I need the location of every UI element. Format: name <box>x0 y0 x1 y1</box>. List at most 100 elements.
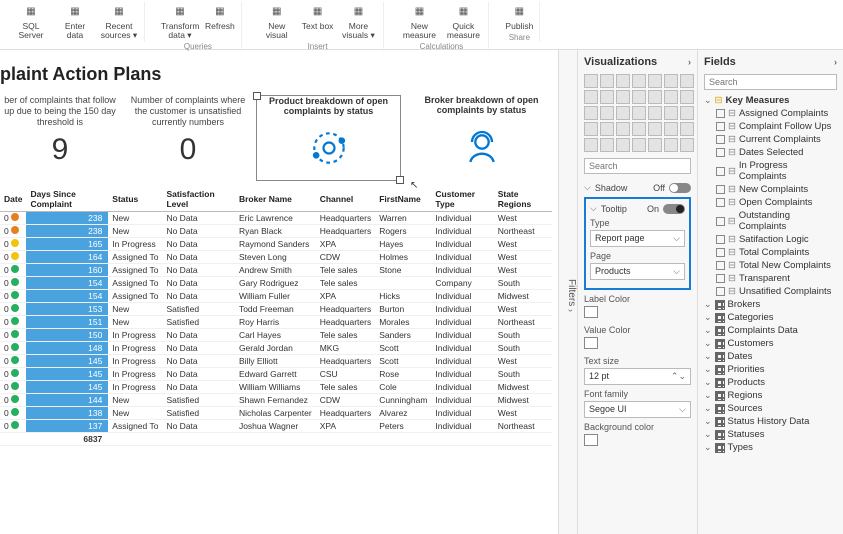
field-item[interactable]: ⊟ Total Complaints <box>704 246 837 259</box>
field-item[interactable]: ⊟ New Complaints <box>704 183 837 196</box>
col-header[interactable]: Channel <box>316 187 376 212</box>
table-priorities[interactable]: ⌄ Priorities <box>704 363 837 376</box>
viz-type-button[interactable] <box>584 74 598 88</box>
refresh-button[interactable]: ▦Refresh <box>205 2 235 40</box>
viz-type-button[interactable] <box>584 122 598 136</box>
table-statuses[interactable]: ⌄ Statuses <box>704 428 837 441</box>
table-row[interactable]: 0 238NewNo DataRyan BlackHeadquartersRog… <box>0 225 552 238</box>
table-customers[interactable]: ⌄ Customers <box>704 337 837 350</box>
table-types[interactable]: ⌄ Types <box>704 441 837 454</box>
viz-type-button[interactable] <box>648 90 662 104</box>
chevron-right-icon[interactable]: › <box>834 57 837 67</box>
quick-measure-button[interactable]: ▦Quick measure <box>444 2 482 40</box>
viz-type-button[interactable] <box>616 90 630 104</box>
table-row[interactable]: 0 164Assigned ToNo DataSteven LongCDWHol… <box>0 251 552 264</box>
table-status-history-data[interactable]: ⌄ Status History Data <box>704 415 837 428</box>
filters-pane-collapsed[interactable]: Filters › <box>558 50 578 534</box>
table-row[interactable]: 0 153NewSatisfiedTodd FreemanHeadquarter… <box>0 303 552 316</box>
viz-type-button[interactable] <box>648 122 662 136</box>
col-header[interactable]: Satisfaction Level <box>162 187 234 212</box>
table-complaints-data[interactable]: ⌄ Complaints Data <box>704 324 837 337</box>
table-row[interactable]: 0 145In ProgressNo DataWilliam WilliamsT… <box>0 381 552 394</box>
field-item[interactable]: ⊟ In Progress Complaints <box>704 159 837 183</box>
kpi-card-unsatisfied[interactable]: Number of complaints where the customer … <box>128 95 248 181</box>
viz-type-button[interactable] <box>632 138 646 152</box>
viz-type-button[interactable] <box>600 106 614 120</box>
viz-type-button[interactable] <box>680 106 694 120</box>
sql-server-button[interactable]: ▦SQL Server <box>12 2 50 40</box>
col-header[interactable]: State Regions <box>494 187 552 212</box>
col-header[interactable]: Broker Name <box>235 187 316 212</box>
viz-type-button[interactable] <box>584 138 598 152</box>
viz-type-button[interactable] <box>600 74 614 88</box>
viz-type-button[interactable] <box>648 106 662 120</box>
label-color-picker[interactable] <box>584 306 598 318</box>
viz-type-button[interactable] <box>632 74 646 88</box>
enter-data-button[interactable]: ▦Enter data <box>56 2 94 40</box>
new-measure-button[interactable]: ▦New measure <box>400 2 438 40</box>
value-color-picker[interactable] <box>584 337 598 349</box>
table-row[interactable]: 0 145In ProgressNo DataBilly ElliottHead… <box>0 355 552 368</box>
col-header[interactable]: Days Since Complaint <box>26 187 108 212</box>
col-header[interactable]: Date <box>0 187 26 212</box>
text-box-button[interactable]: ▦Text box <box>302 2 334 40</box>
viz-type-button[interactable] <box>680 74 694 88</box>
publish-button[interactable]: ▦Publish <box>505 2 533 31</box>
field-item[interactable]: ⊟ Outstanding Complaints <box>704 209 837 233</box>
chevron-right-icon[interactable]: › <box>688 57 691 67</box>
table-dates[interactable]: ⌄ Dates <box>704 350 837 363</box>
bg-color-picker[interactable] <box>584 434 598 446</box>
fields-search-input[interactable] <box>704 74 837 90</box>
viz-type-button[interactable] <box>648 74 662 88</box>
chart-product-breakdown[interactable]: Product breakdown of open complaints by … <box>256 95 401 181</box>
table-row[interactable]: 0 148In ProgressNo DataGerald JordanMKGS… <box>0 342 552 355</box>
viz-type-button[interactable] <box>664 122 678 136</box>
col-header[interactable]: Status <box>108 187 162 212</box>
table-sources[interactable]: ⌄ Sources <box>704 402 837 415</box>
viz-type-button[interactable] <box>664 90 678 104</box>
viz-type-button[interactable] <box>664 74 678 88</box>
field-item[interactable]: ⊟ Open Complaints <box>704 196 837 209</box>
table-row[interactable]: 0 138NewSatisfiedNicholas CarpenterHeadq… <box>0 407 552 420</box>
viz-type-button[interactable] <box>632 90 646 104</box>
viz-type-button[interactable] <box>600 122 614 136</box>
viz-type-button[interactable] <box>616 122 630 136</box>
format-search-input[interactable] <box>584 158 691 174</box>
field-item[interactable]: ⊟ Assigned Complaints <box>704 107 837 120</box>
shadow-toggle[interactable]: ⌵ShadowOff <box>584 182 691 193</box>
field-item[interactable]: ⊟ Transparent <box>704 272 837 285</box>
viz-type-button[interactable] <box>680 138 694 152</box>
field-item[interactable]: ⊟ Complaint Follow Ups <box>704 120 837 133</box>
tooltip-toggle[interactable]: ⌵TooltipOn <box>590 203 685 214</box>
table-row[interactable]: 0 145In ProgressNo DataEdward GarrettCSU… <box>0 368 552 381</box>
field-item[interactable]: ⊟ Satifaction Logic <box>704 233 837 246</box>
viz-type-button[interactable] <box>600 90 614 104</box>
table-products[interactable]: ⌄ Products <box>704 376 837 389</box>
tooltip-page-select[interactable]: Products⌵ <box>590 263 685 280</box>
table-row[interactable]: 0 150In ProgressNo DataCarl HayesTele sa… <box>0 329 552 342</box>
viz-type-button[interactable] <box>616 106 630 120</box>
font-family-select[interactable]: Segoe UI⌵ <box>584 401 691 418</box>
viz-type-button[interactable] <box>584 90 598 104</box>
viz-type-button[interactable] <box>616 74 630 88</box>
table-row[interactable]: 0 165In ProgressNo DataRaymond SandersXP… <box>0 238 552 251</box>
viz-type-button[interactable] <box>632 106 646 120</box>
viz-type-button[interactable] <box>680 90 694 104</box>
viz-type-button[interactable] <box>680 122 694 136</box>
table-row[interactable]: 0 154Assigned ToNo DataWilliam FullerXPA… <box>0 290 552 303</box>
field-item[interactable]: ⊟ Total New Complaints <box>704 259 837 272</box>
new-visual-button[interactable]: ▦New visual <box>258 2 296 40</box>
complaints-table[interactable]: DateDays Since ComplaintStatusSatisfacti… <box>0 187 552 446</box>
viz-type-button[interactable] <box>664 138 678 152</box>
tooltip-type-select[interactable]: Report page⌵ <box>590 230 685 247</box>
chart-broker-breakdown[interactable]: Broker breakdown of open complaints by s… <box>409 95 554 181</box>
recent-sources-button[interactable]: ▦Recent sources ▾ <box>100 2 138 40</box>
table-row[interactable]: 0 160Assigned ToNo DataAndrew SmithTele … <box>0 264 552 277</box>
col-header[interactable]: Customer Type <box>431 187 493 212</box>
table-regions[interactable]: ⌄ Regions <box>704 389 837 402</box>
transform-data-button[interactable]: ▦Transform data ▾ <box>161 2 199 40</box>
table-categories[interactable]: ⌄ Categories <box>704 311 837 324</box>
viz-type-button[interactable] <box>664 106 678 120</box>
table-key-measures[interactable]: ⌄⊟ Key Measures <box>704 94 837 107</box>
col-header[interactable]: FirstName <box>375 187 431 212</box>
